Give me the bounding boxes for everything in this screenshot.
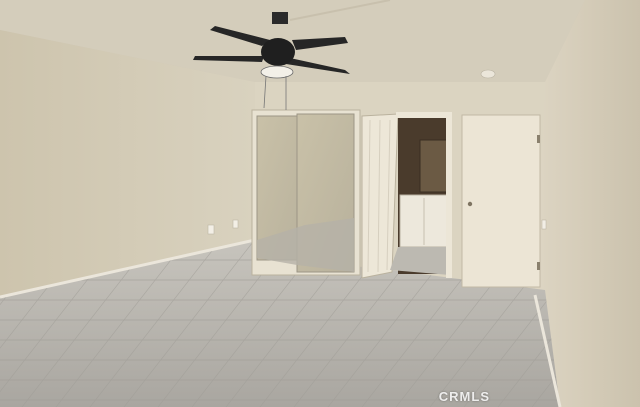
fan-motor [261, 38, 295, 66]
wall-outlet [207, 224, 215, 235]
smoke-detector [480, 69, 496, 79]
watermark: CRMLS [438, 389, 490, 404]
bedroom-door [461, 114, 541, 288]
room-illustration [0, 0, 640, 407]
bathroom-mirror [419, 139, 449, 193]
door-hinge [537, 262, 540, 270]
light-switch [541, 219, 547, 230]
doorway-trim-right [446, 112, 452, 278]
door-knob [467, 201, 473, 207]
fan-downrod [272, 12, 288, 24]
wall-outlet [232, 219, 239, 229]
door-hinge [537, 135, 540, 143]
room-photo: CRMLS [0, 0, 640, 407]
doorway-trim [396, 112, 452, 118]
